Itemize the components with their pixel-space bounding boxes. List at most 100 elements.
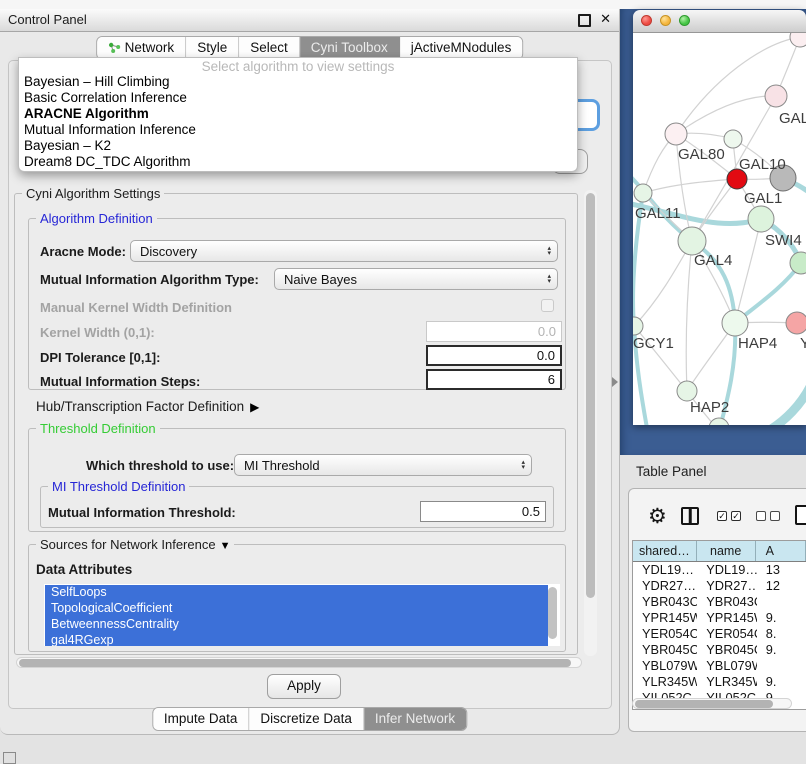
mi-steps-input[interactable] — [426, 369, 562, 390]
document-icon[interactable] — [795, 505, 806, 525]
table-cell[interactable]: YPR145W — [633, 610, 697, 626]
dropdown-item[interactable]: Basic Correlation Inference — [19, 90, 577, 106]
data-attributes-list[interactable]: SelfLoops TopologicalCoefficient Between… — [44, 584, 560, 646]
tab-style[interactable]: Style — [186, 37, 239, 59]
tab-network[interactable]: Network — [97, 37, 187, 59]
hub-definition-toggle[interactable]: Hub/Transcription Factor Definition▶ — [36, 399, 259, 414]
list-item[interactable]: TopologicalCoefficient — [45, 601, 548, 617]
table-row[interactable]: YLR345WYLR345W9. — [633, 674, 806, 690]
split-columns-icon[interactable] — [681, 507, 699, 525]
table-cell[interactable]: 9. — [757, 610, 806, 626]
table-cell[interactable]: YBL079W — [633, 658, 697, 674]
network-edge[interactable] — [768, 385, 806, 425]
list-item[interactable]: gal4RGexp — [45, 633, 548, 646]
scrollbar-thumb[interactable] — [19, 659, 571, 667]
table-cell[interactable]: YDR27… — [697, 578, 757, 594]
network-window-titlebar[interactable] — [633, 10, 806, 33]
table-cell[interactable]: YBR045C — [697, 642, 757, 658]
checked-checkbox-icon[interactable]: ✓ — [731, 511, 741, 521]
table-cell[interactable]: YER054C — [633, 626, 697, 642]
network-node[interactable] — [677, 381, 697, 401]
settings-vertical-scrollbar[interactable] — [584, 190, 597, 656]
table-row[interactable]: YBR045CYBR045C9. — [633, 642, 806, 658]
close-icon[interactable]: ✕ — [600, 11, 611, 27]
table-cell[interactable]: YER054C — [697, 626, 757, 642]
table-row[interactable]: YBL079WYBL079W — [633, 658, 806, 674]
table-cell[interactable]: YLR345W — [697, 674, 757, 690]
table-cell[interactable]: 9. — [757, 642, 806, 658]
table-row[interactable]: YPR145WYPR145W9. — [633, 610, 806, 626]
table-cell[interactable]: YBR043C — [697, 594, 757, 610]
network-node[interactable] — [765, 85, 787, 107]
column-header[interactable]: A — [756, 541, 806, 561]
dropdown-item[interactable]: Dream8 DC_TDC Algorithm — [19, 154, 577, 170]
network-edge[interactable] — [643, 179, 737, 193]
network-node[interactable] — [724, 130, 742, 148]
mac-zoom-button[interactable] — [679, 15, 690, 26]
column-header[interactable]: shared… — [633, 541, 697, 561]
table-cell[interactable]: YDL19… — [633, 562, 697, 578]
which-threshold-combo[interactable]: MI Threshold ▴▾ — [234, 454, 532, 476]
table-row[interactable]: YER054CYER054C8. — [633, 626, 806, 642]
table-row[interactable]: YDL19…YDL19…13 — [633, 562, 806, 578]
network-node[interactable] — [678, 227, 706, 255]
table-cell[interactable]: YDL19… — [697, 562, 757, 578]
table-cell[interactable]: YBL079W — [697, 658, 757, 674]
network-node[interactable] — [722, 310, 748, 336]
table-cell[interactable]: YDR27… — [633, 578, 697, 594]
table-cell[interactable]: YBR045C — [633, 642, 697, 658]
network-edge[interactable] — [633, 193, 647, 425]
table-horizontal-scrollbar[interactable] — [632, 698, 792, 709]
table-cell[interactable]: YBR043C — [633, 594, 697, 610]
network-canvas-svg[interactable]: GALGAL80GAL10GAL1GAL11SWI4GAL4GCY1HAP4YH… — [633, 33, 806, 425]
tab-select[interactable]: Select — [239, 37, 300, 59]
panel-grip-icon[interactable] — [3, 752, 16, 764]
network-node[interactable] — [634, 184, 652, 202]
dropdown-item[interactable]: Bayesian – Hill Climbing — [19, 74, 577, 90]
unchecked-checkbox-icon[interactable] — [756, 511, 766, 521]
table-cell[interactable] — [757, 658, 806, 674]
mac-close-button[interactable] — [641, 15, 652, 26]
network-node[interactable] — [709, 418, 729, 425]
table-row[interactable]: YDR27…YDR27…12 — [633, 578, 806, 594]
sources-group-title[interactable]: Sources for Network Inference▼ — [36, 537, 234, 552]
table-cell[interactable]: 13 — [757, 562, 806, 578]
network-node[interactable] — [790, 33, 806, 47]
mi-threshold-input[interactable] — [420, 501, 546, 522]
unchecked-checkbox-icon[interactable] — [770, 511, 780, 521]
panel-splitter-arrow[interactable] — [612, 377, 618, 387]
scrollbar-thumb[interactable] — [586, 193, 595, 598]
table-row[interactable]: YBR043CYBR043C — [633, 594, 806, 610]
tab-discretize-data[interactable]: Discretize Data — [249, 708, 364, 730]
control-panel-titlebar[interactable]: Control Panel ✕ — [0, 9, 619, 32]
tab-impute-data[interactable]: Impute Data — [153, 708, 250, 730]
manual-kernel-checkbox[interactable] — [541, 299, 554, 312]
float-window-icon[interactable] — [578, 14, 591, 27]
list-scrollbar[interactable] — [548, 587, 557, 639]
kernel-width-input[interactable] — [426, 321, 562, 342]
table-cell[interactable] — [757, 594, 806, 610]
table-cell[interactable]: 12 — [757, 578, 806, 594]
scrollbar-thumb[interactable] — [635, 700, 773, 708]
tab-cyni-toolbox[interactable]: Cyni Toolbox — [300, 37, 400, 59]
dpi-tolerance-input[interactable] — [426, 345, 562, 366]
mac-minimize-button[interactable] — [660, 15, 671, 26]
settings-horizontal-scrollbar[interactable] — [16, 657, 582, 668]
mi-type-combo[interactable]: Naive Bayes ▴▾ — [274, 268, 558, 290]
table-cell[interactable]: YPR145W — [697, 610, 757, 626]
network-edge[interactable] — [676, 96, 776, 134]
network-edge[interactable] — [634, 241, 692, 326]
network-edge[interactable] — [686, 241, 692, 391]
column-header[interactable]: name — [697, 541, 756, 561]
dropdown-item-selected[interactable]: ARACNE Algorithm — [19, 106, 577, 122]
aracne-mode-combo[interactable]: Discovery ▴▾ — [130, 240, 558, 262]
list-item[interactable]: SelfLoops — [45, 585, 548, 601]
network-node[interactable] — [748, 206, 774, 232]
tab-jactivemnodules[interactable]: jActiveMNodules — [400, 37, 523, 59]
checked-checkbox-icon[interactable]: ✓ — [717, 511, 727, 521]
apply-button[interactable]: Apply — [267, 674, 341, 699]
table-cell[interactable]: YLR345W — [633, 674, 697, 690]
dropdown-item[interactable]: Bayesian – K2 — [19, 138, 577, 154]
list-item[interactable]: BetweennessCentrality — [45, 617, 548, 633]
table-cell[interactable]: 9. — [757, 674, 806, 690]
